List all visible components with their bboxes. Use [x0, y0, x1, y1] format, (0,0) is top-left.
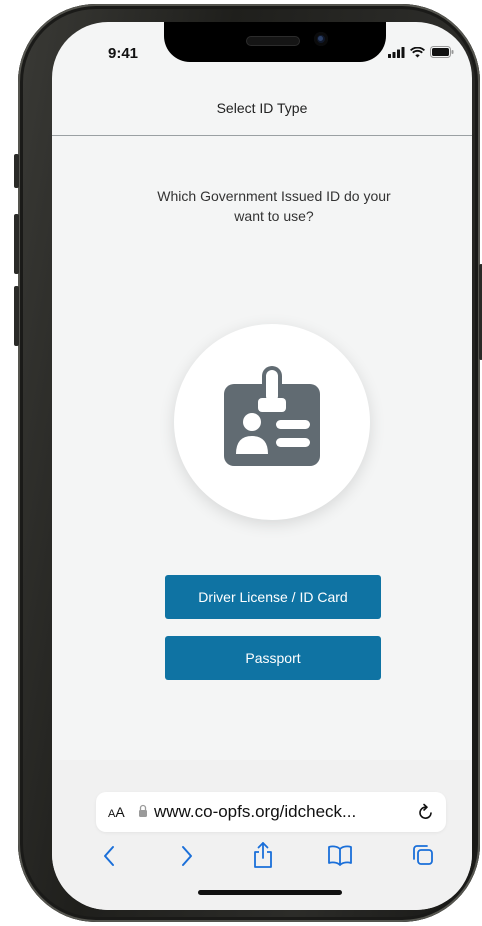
- mute-switch: [14, 154, 19, 188]
- speaker: [246, 36, 300, 46]
- wifi-icon: [410, 46, 425, 57]
- driver-license-button[interactable]: Driver License / ID Card: [165, 575, 381, 619]
- id-illustration: [174, 324, 370, 520]
- notch: [164, 22, 386, 62]
- text-size-button[interactable]: AA: [108, 804, 125, 820]
- status-time: 9:41: [108, 45, 139, 62]
- phone-frame: 9:41 Select ID Type Which Government Iss…: [14, 4, 482, 922]
- share-icon[interactable]: [252, 841, 274, 869]
- question-text: Which Government Issued ID do your want …: [157, 188, 391, 224]
- front-camera: [314, 32, 328, 46]
- browser-toolbar: [52, 841, 472, 874]
- id-card-icon: [224, 366, 320, 466]
- home-indicator: [198, 890, 342, 895]
- address-bar[interactable]: AA www.co-opfs.org/idcheck...: [96, 792, 446, 832]
- signal-icon: [388, 46, 405, 58]
- forward-icon[interactable]: [180, 844, 194, 868]
- volume-up-button: [14, 214, 19, 274]
- lock-icon: [139, 804, 147, 817]
- browser-bar: [52, 760, 472, 910]
- volume-down-button: [14, 286, 19, 346]
- tabs-icon[interactable]: [412, 844, 434, 866]
- reload-icon[interactable]: [416, 802, 436, 822]
- page-title: Select ID Type: [216, 100, 308, 116]
- header-divider: [52, 135, 472, 136]
- screen: 9:41 Select ID Type Which Government Iss…: [52, 22, 472, 910]
- battery-icon: [430, 46, 454, 58]
- status-icons: [388, 46, 454, 58]
- url-text: www.co-opfs.org/idcheck...: [154, 802, 357, 821]
- back-icon[interactable]: [102, 844, 116, 868]
- bookmarks-icon[interactable]: [327, 844, 353, 866]
- passport-button[interactable]: Passport: [165, 636, 381, 680]
